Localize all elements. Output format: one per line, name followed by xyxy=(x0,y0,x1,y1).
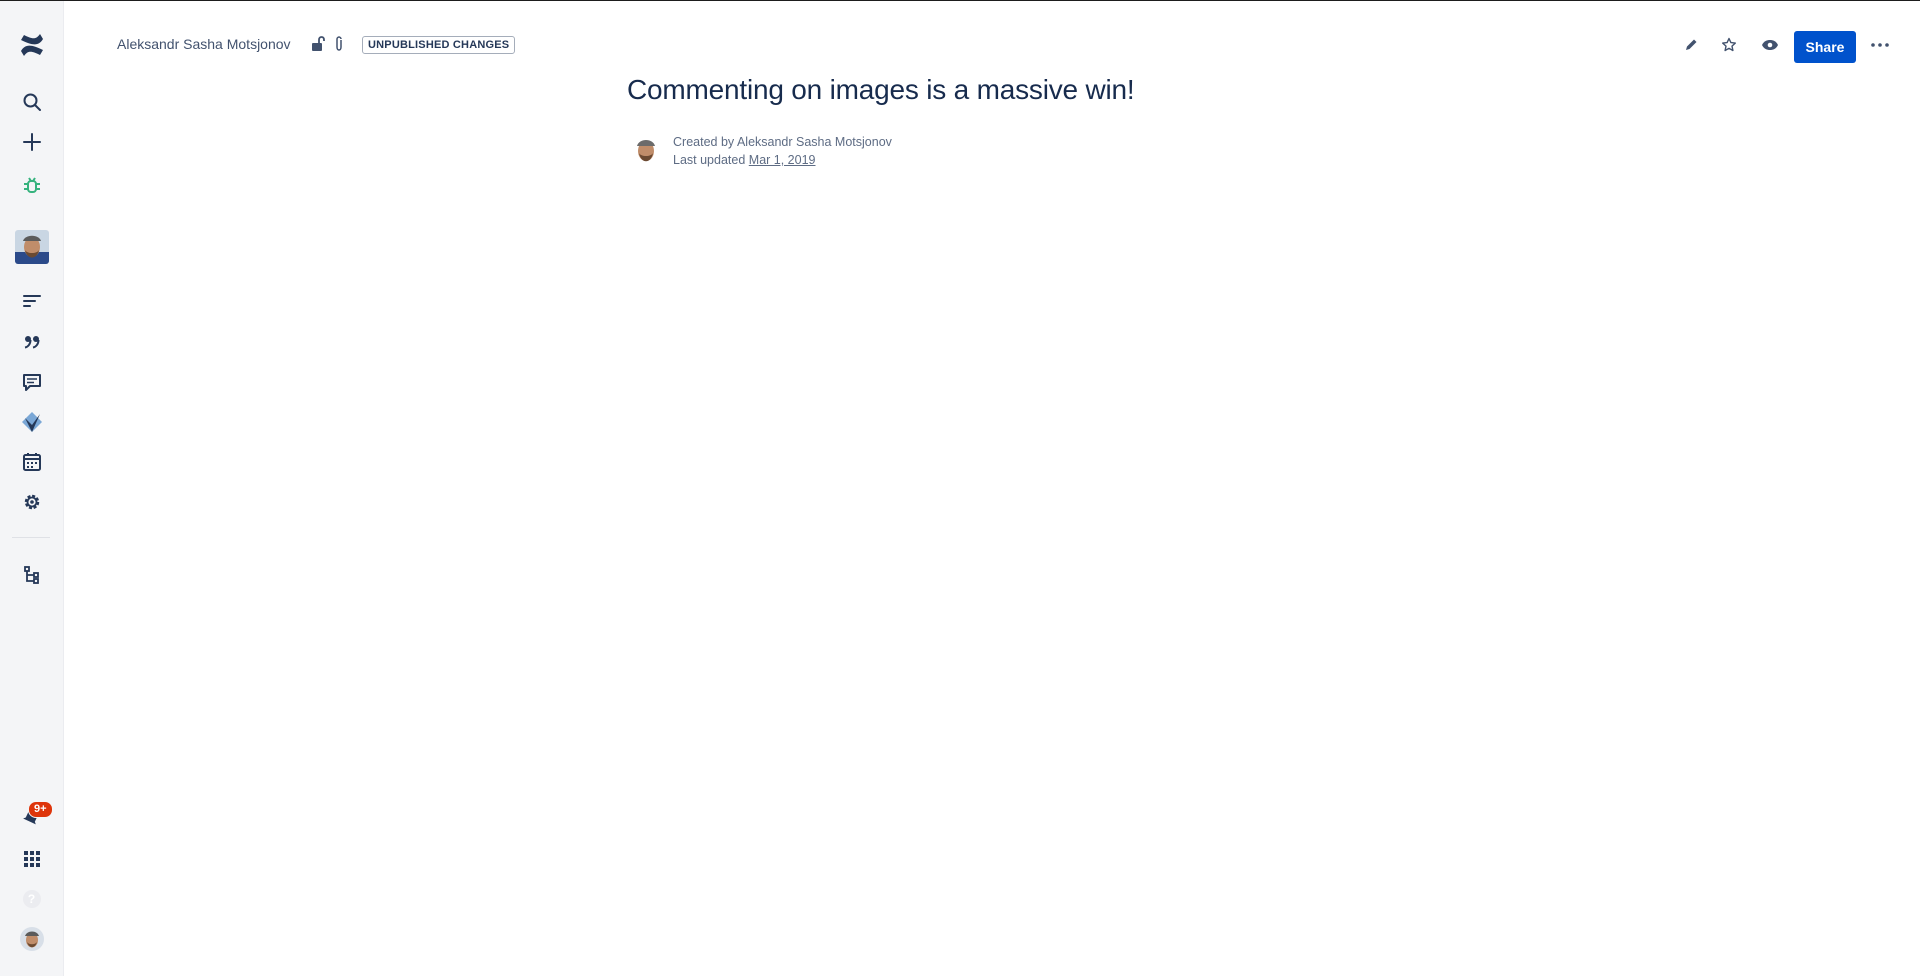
watch-button[interactable] xyxy=(1758,33,1782,57)
help-icon: ? xyxy=(22,890,41,908)
create-button[interactable] xyxy=(0,124,63,160)
global-sidebar: 9+ ? xyxy=(0,1,64,976)
unpublished-changes-status[interactable]: UNPUBLISHED CHANGES xyxy=(362,36,516,54)
edit-button[interactable] xyxy=(1679,33,1703,57)
star-icon xyxy=(1722,37,1736,52)
settings-button[interactable] xyxy=(0,484,63,520)
attachment-icon[interactable] xyxy=(331,36,347,52)
plus-icon xyxy=(22,133,41,151)
author-avatar[interactable] xyxy=(630,134,662,166)
search-button[interactable] xyxy=(0,84,63,120)
hierarchy-icon xyxy=(23,566,39,584)
calendar-icon xyxy=(22,453,41,471)
bug-button[interactable] xyxy=(0,168,63,204)
gear-icon xyxy=(24,494,39,510)
search-icon xyxy=(23,93,41,111)
breadcrumb-space-link[interactable]: Aleksandr Sasha Motsjonov xyxy=(117,36,291,52)
app-icon xyxy=(21,412,42,432)
help-button[interactable]: ? xyxy=(0,881,63,917)
share-button[interactable]: Share xyxy=(1794,31,1856,63)
space-avatar-image xyxy=(14,230,49,264)
eye-icon xyxy=(1762,40,1778,50)
sidebar-divider xyxy=(12,537,50,538)
page-title: Commenting on images is a massive win! xyxy=(627,74,1135,105)
app-button[interactable] xyxy=(0,404,63,440)
more-actions-button[interactable] xyxy=(1868,33,1892,57)
calendar-button[interactable] xyxy=(0,444,63,480)
created-by-line: Created by Aleksandr Sasha Motsjonov xyxy=(673,133,892,151)
star-button[interactable] xyxy=(1717,33,1741,57)
pencil-icon xyxy=(1686,39,1697,50)
unlocked-icon[interactable] xyxy=(310,36,326,52)
list-icon xyxy=(22,295,41,307)
confluence-logo-icon xyxy=(20,34,43,56)
author-name[interactable]: Aleksandr Sasha Motsjonov xyxy=(737,135,892,149)
last-updated-prefix: Last updated xyxy=(673,153,746,167)
more-horizontal-icon xyxy=(1871,43,1889,47)
confluence-logo[interactable] xyxy=(0,27,63,63)
comment-icon xyxy=(22,374,41,391)
created-by-prefix: Created by xyxy=(673,135,735,149)
blog-button[interactable] xyxy=(0,324,63,360)
space-avatar[interactable] xyxy=(0,227,63,267)
last-updated-date-link[interactable]: Mar 1, 2019 xyxy=(749,153,816,167)
bug-icon xyxy=(23,177,40,193)
quote-icon xyxy=(24,336,39,349)
notification-count-badge: 9+ xyxy=(28,801,53,818)
page-byline: Created by Aleksandr Sasha Motsjonov Las… xyxy=(673,133,892,169)
comments-button[interactable] xyxy=(0,364,63,400)
app-switcher-button[interactable] xyxy=(0,841,63,877)
window-top-border xyxy=(0,0,1920,1)
profile-button[interactable] xyxy=(0,921,63,957)
pages-button[interactable] xyxy=(0,283,63,319)
last-updated-line: Last updated Mar 1, 2019 xyxy=(673,151,892,169)
grid-icon xyxy=(23,851,40,867)
profile-avatar xyxy=(19,927,44,951)
hierarchy-button[interactable] xyxy=(0,557,63,593)
